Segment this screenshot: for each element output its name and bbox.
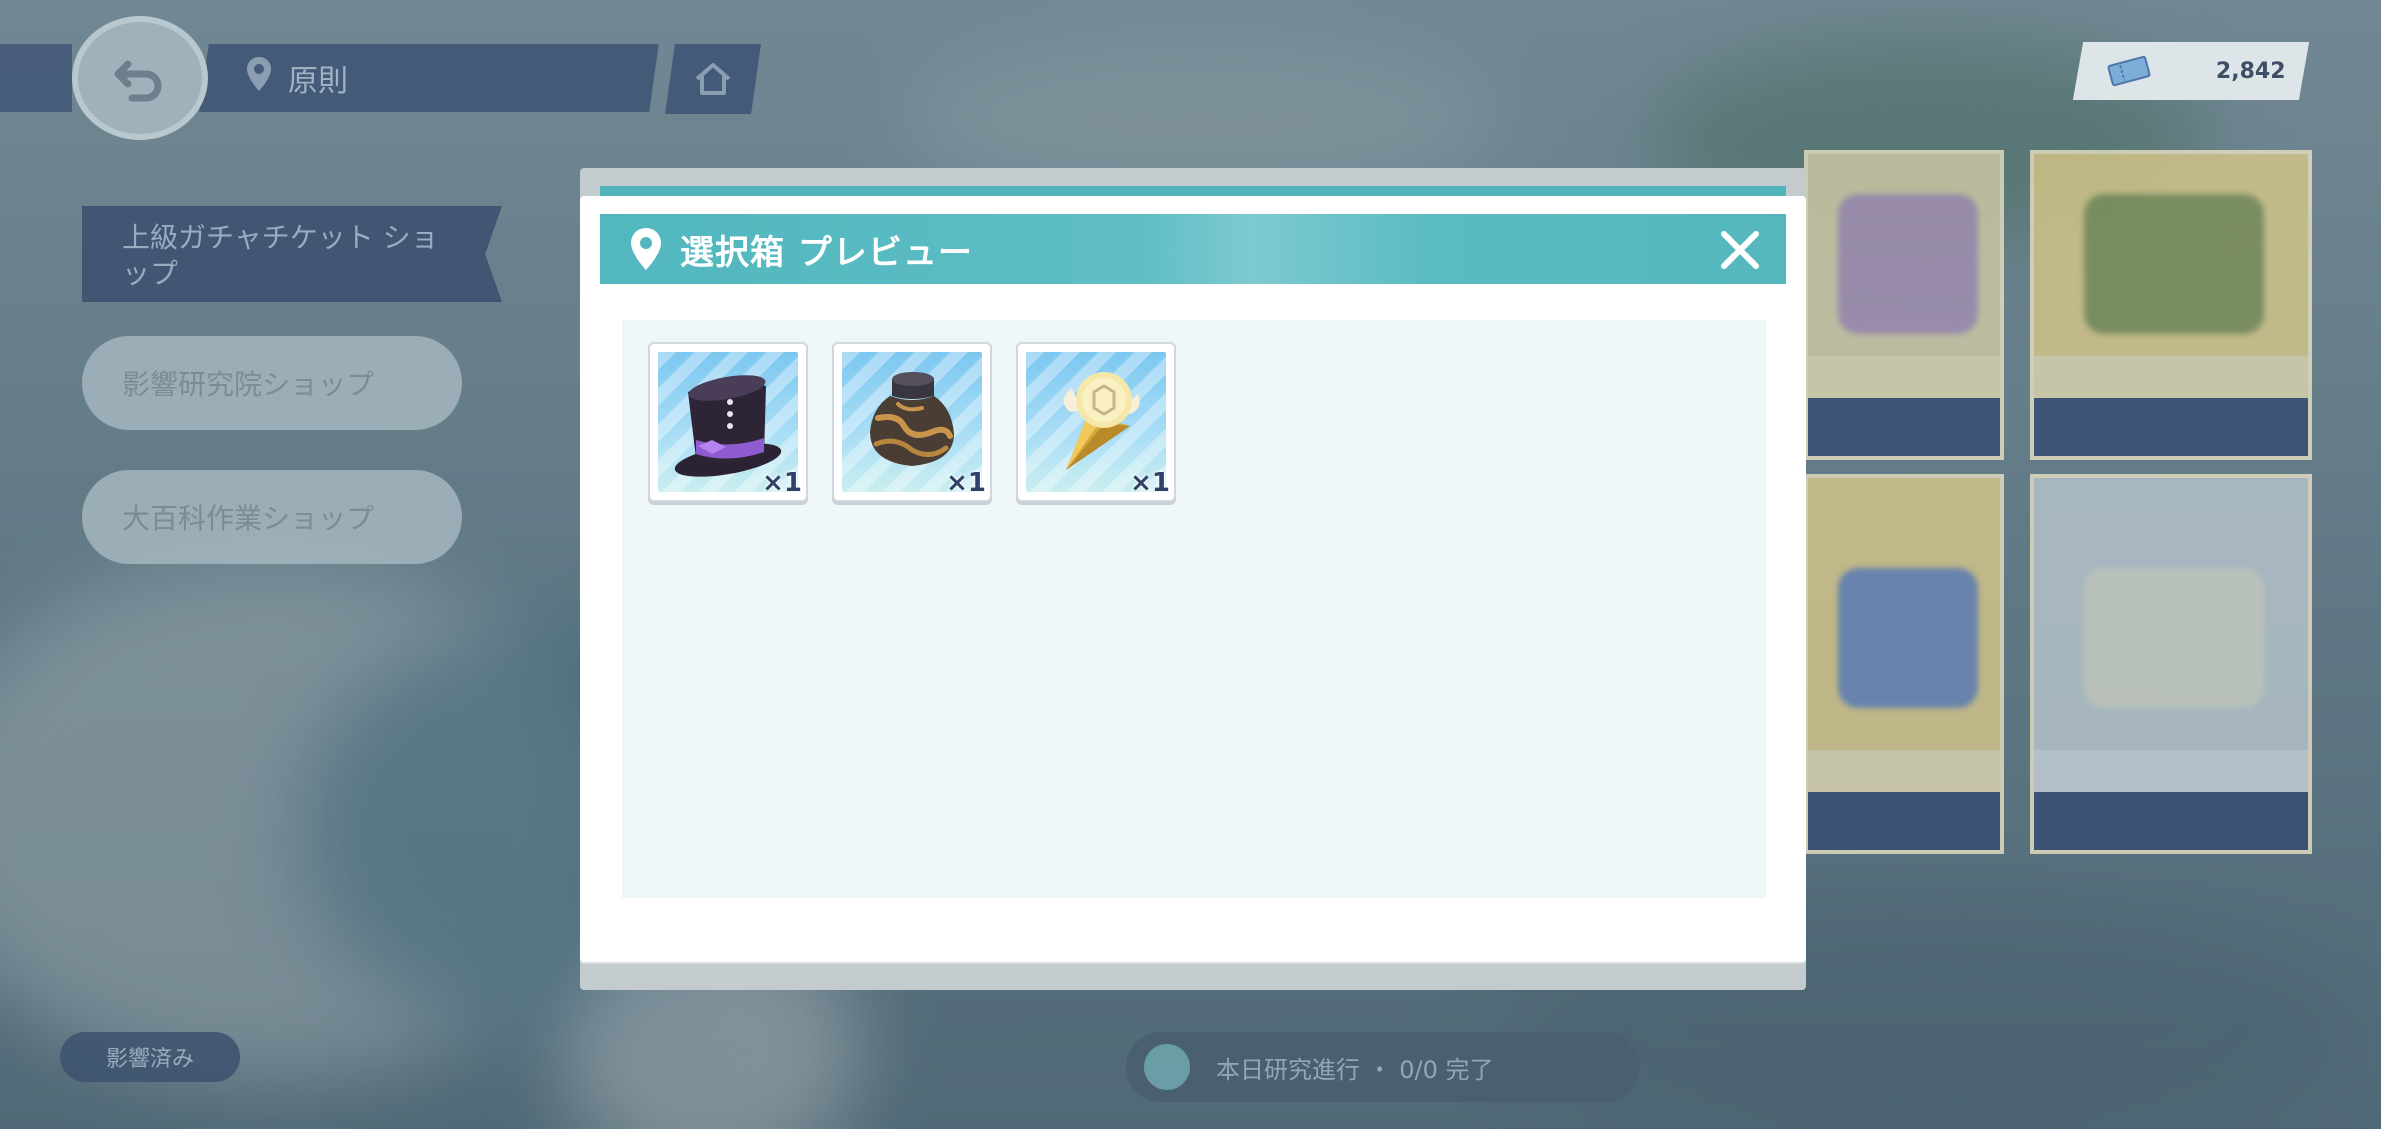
shop-card[interactable]	[1804, 474, 2004, 854]
side-menu-item[interactable]: 大百科作業ショップ	[82, 470, 462, 564]
item-quantity: ×1	[946, 468, 986, 498]
shop-item-name	[2034, 356, 2308, 398]
shop-item-price	[1808, 792, 2000, 850]
item-slot[interactable]: ×1	[832, 342, 992, 502]
game-screen: 原則 上級ガチャチケット ショップ 影響研究院ショップ 大百科作業ショップ 影響…	[0, 0, 2381, 1129]
research-progress-text: 本日研究進行 ・ 0/0 完了	[1216, 1055, 1494, 1084]
shop-item-image	[2084, 194, 2264, 334]
side-menu-label: 影響研究院ショップ	[122, 368, 375, 401]
dialog-title: 選択箱 プレビュー	[680, 232, 973, 273]
home-button[interactable]	[665, 44, 761, 114]
item-quantity: ×1	[1130, 468, 1170, 498]
back-button[interactable]	[72, 16, 208, 140]
back-arrow-icon	[114, 60, 162, 102]
bottom-left-tag: 影響済み	[60, 1032, 240, 1082]
research-icon	[1144, 1044, 1190, 1090]
shop-item-price	[2034, 792, 2308, 850]
shop-item-image	[2084, 568, 2264, 708]
research-progress-bar: 本日研究進行 ・ 0/0 完了	[1126, 1032, 1640, 1102]
shop-card[interactable]	[2030, 474, 2312, 854]
item-slot[interactable]: ×1	[1016, 342, 1176, 502]
modal-top-accent	[600, 186, 1786, 196]
location-label: 原則	[288, 64, 348, 99]
shop-item-price	[2034, 398, 2308, 456]
side-banner: 上級ガチャチケット ショップ	[82, 206, 502, 302]
home-icon	[695, 63, 731, 95]
dialog-header: 選択箱 プレビュー	[600, 214, 1786, 284]
shop-item-name	[1808, 750, 2000, 792]
shop-item-image	[1838, 568, 1978, 708]
shop-item-name	[1808, 356, 2000, 398]
shop-item-price	[1808, 398, 2000, 456]
shop-card[interactable]	[2030, 150, 2312, 460]
selection-box-preview-dialog: 選択箱 プレビュー ×1 ×1 ×1	[580, 196, 1806, 962]
hud-left-strip	[0, 44, 72, 112]
location-pin-small-icon	[244, 55, 274, 101]
currency-value: 2,842	[2216, 58, 2286, 84]
side-menu-item[interactable]: 影響研究院ショップ	[82, 336, 462, 430]
close-icon	[1721, 231, 1759, 269]
ticket-icon	[2107, 55, 2151, 87]
shop-item-image	[1838, 194, 1978, 334]
shop-item-name	[2034, 750, 2308, 792]
location-bar: 原則	[199, 44, 659, 112]
item-slot[interactable]: ×1	[648, 342, 808, 502]
currency-display: 2,842	[2072, 42, 2310, 100]
side-menu-label: 大百科作業ショップ	[122, 502, 375, 535]
close-button[interactable]	[1714, 224, 1766, 276]
location-pin-icon	[631, 228, 661, 270]
item-list: ×1 ×1 ×1	[622, 320, 1766, 898]
item-quantity: ×1	[762, 468, 802, 498]
shop-card[interactable]	[1804, 150, 2004, 460]
